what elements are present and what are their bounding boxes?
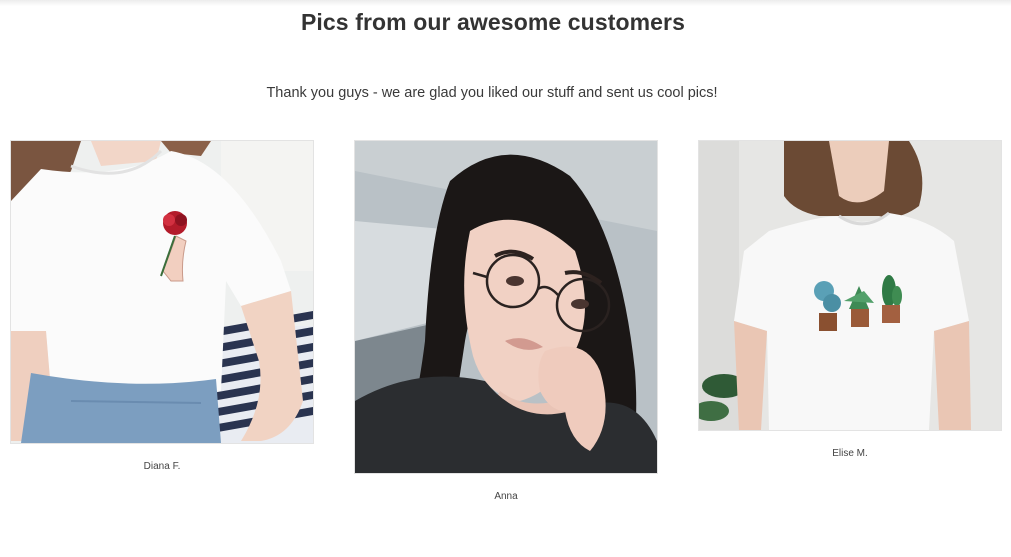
- customer-pics-section: Pics from our awesome customers Thank yo…: [0, 0, 1011, 557]
- customer-photo-diana[interactable]: [10, 140, 314, 444]
- section-title: Pics from our awesome customers: [300, 9, 685, 35]
- customer-name-elise: Elise M.: [832, 448, 868, 459]
- cactus-tshirt-image: [699, 141, 1001, 430]
- rose-tshirt-image: [11, 141, 313, 443]
- top-divider: [0, 0, 1011, 6]
- section-subtitle: Thank you guys - we are glad you liked o…: [266, 85, 718, 101]
- customer-name-diana: Diana F.: [143, 461, 181, 472]
- customer-photo-elise[interactable]: [698, 140, 1002, 431]
- customer-photo-anna[interactable]: [354, 140, 658, 474]
- glasses-selfie-image: [355, 141, 657, 473]
- customer-name-anna: Anna: [494, 491, 518, 502]
